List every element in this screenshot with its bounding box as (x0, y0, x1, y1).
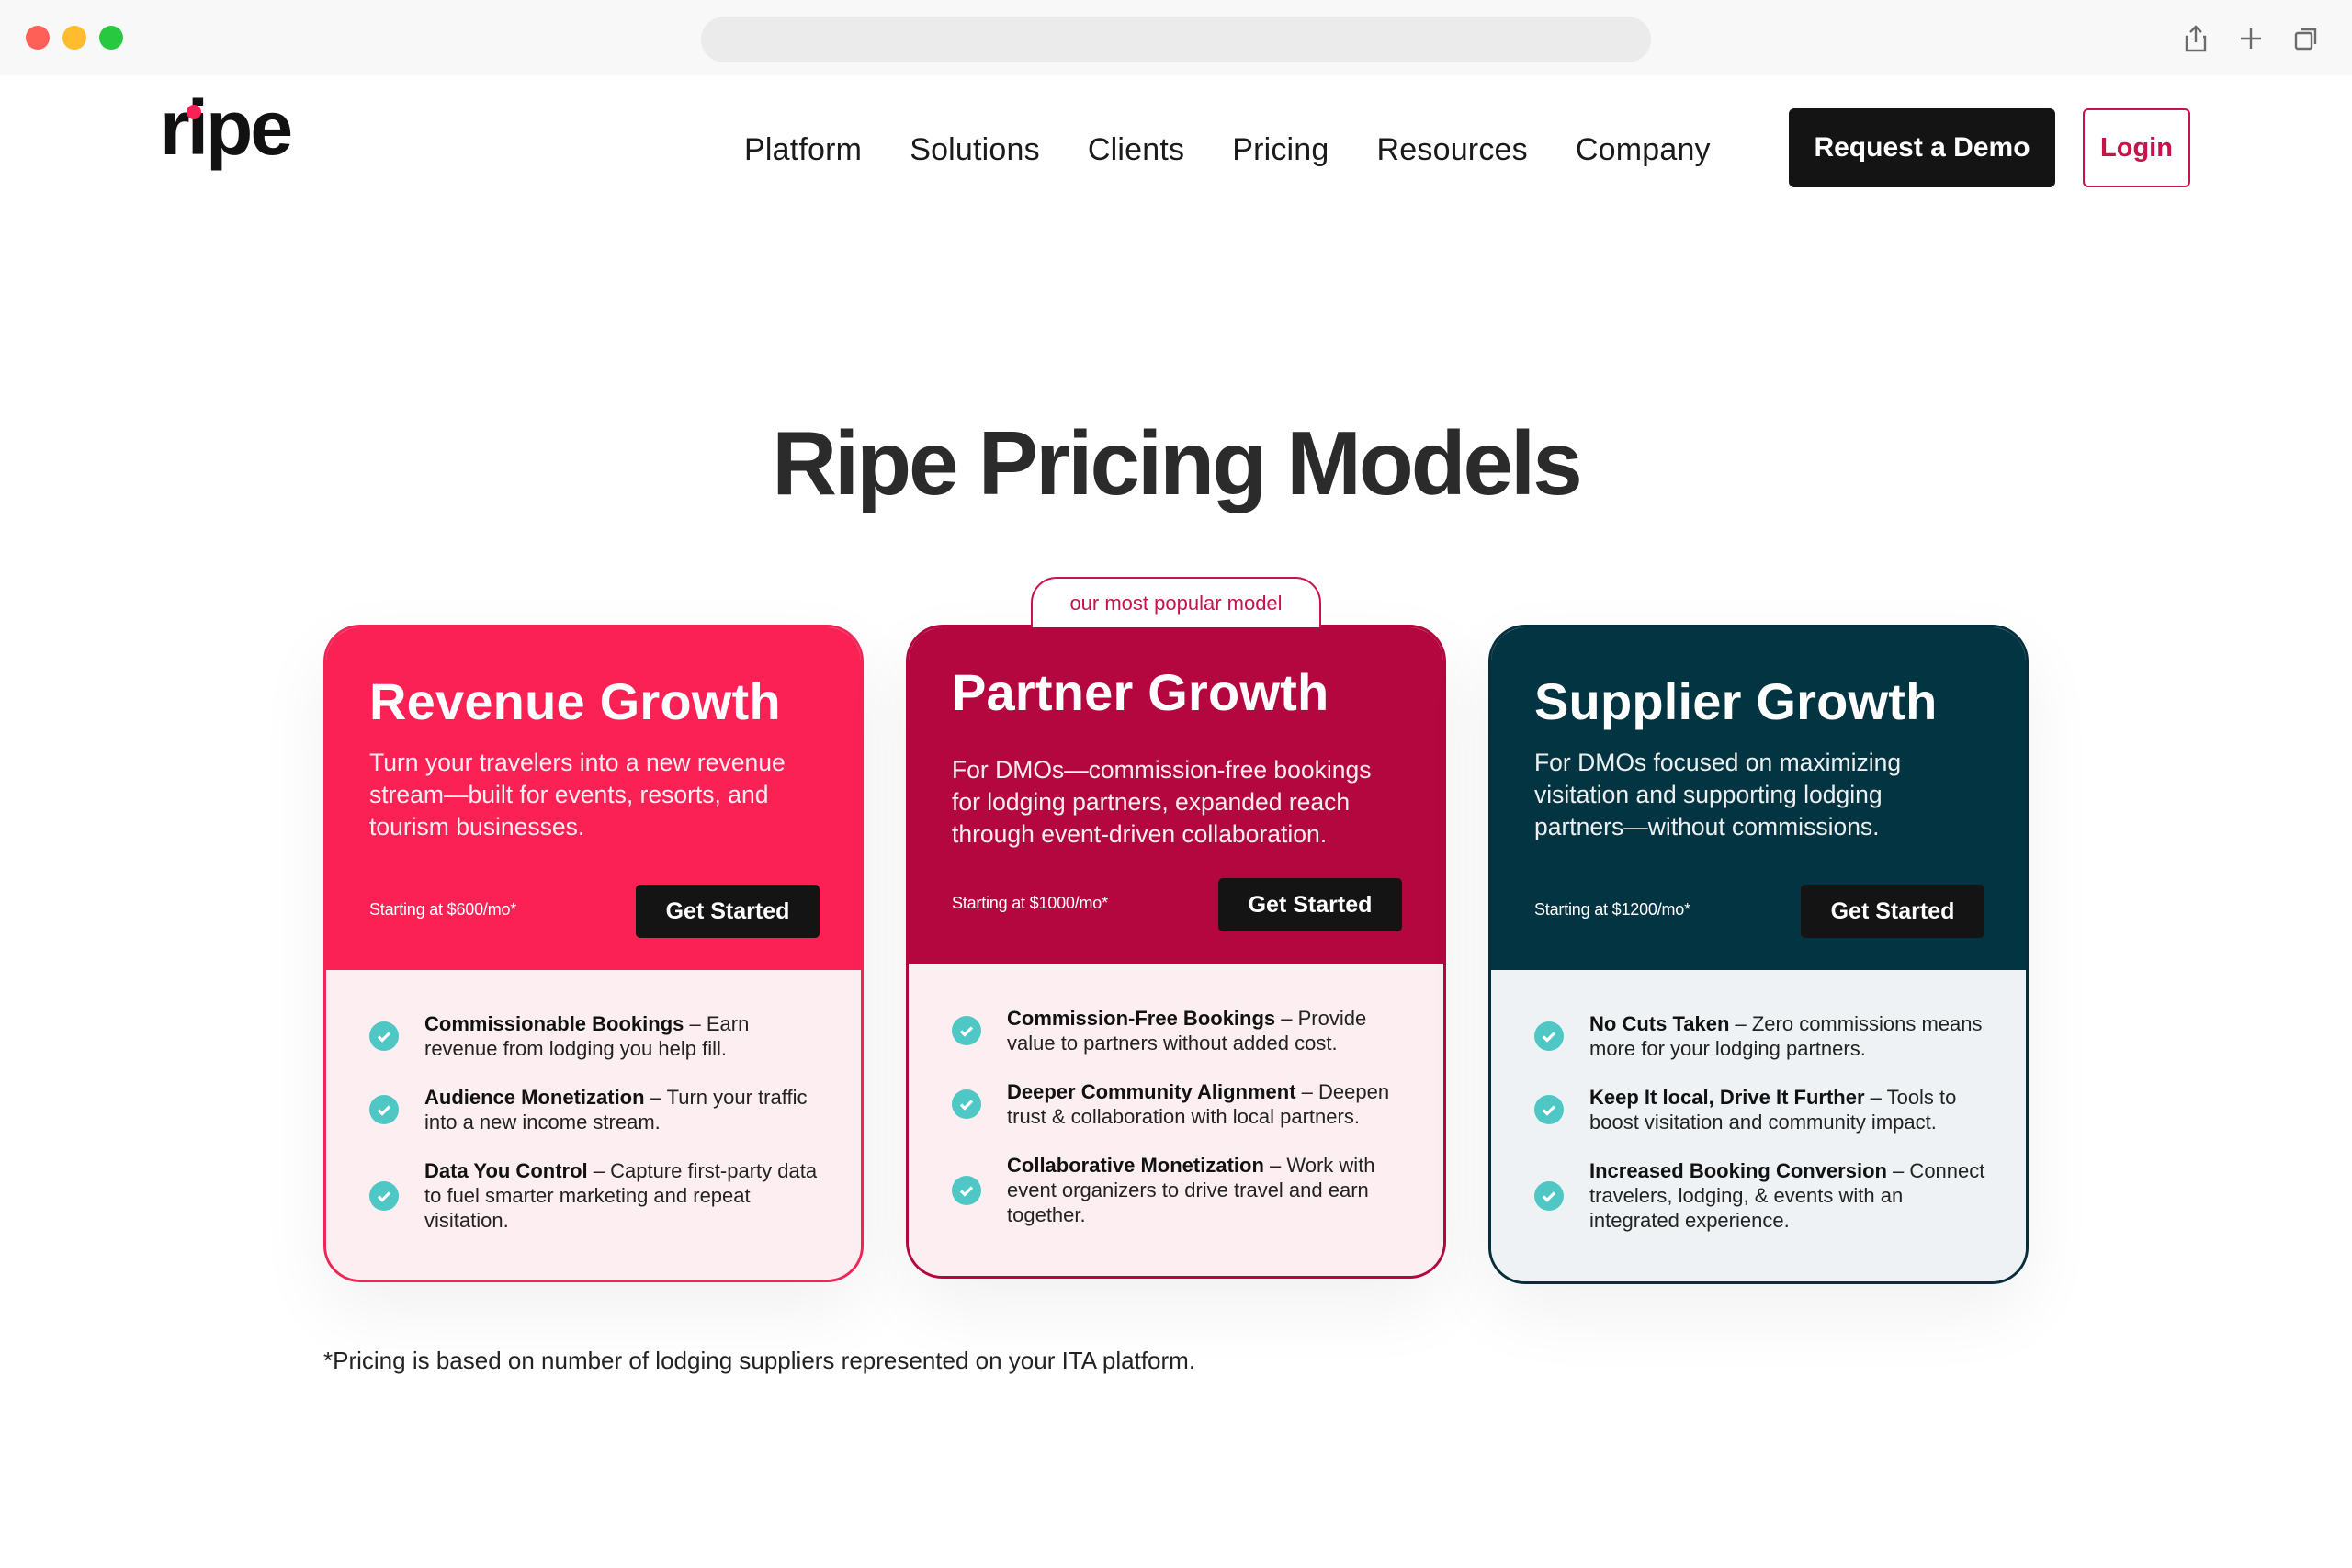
request-demo-button[interactable]: Request a Demo (1789, 108, 2055, 187)
nav-company[interactable]: Company (1576, 132, 1711, 168)
plan-price: Starting at $1000/mo* (952, 894, 1108, 912)
plan-card-partner-growth: Partner Growth For DMOs—commission-free … (906, 625, 1446, 1279)
plan-header: Partner Growth For DMOs—commission-free … (909, 627, 1443, 964)
browser-toolbar (0, 0, 2352, 75)
feature-item: Commissionable Bookings – Earn revenue f… (369, 1011, 824, 1061)
plan-features: Commission-Free Bookings – Provide value… (909, 964, 1443, 1276)
feature-text: No Cuts Taken – Zero commissions means m… (1589, 1012, 1983, 1060)
feature-text: Audience Monetization – Turn your traffi… (424, 1086, 808, 1134)
feature-text: Commissionable Bookings – Earn revenue f… (424, 1012, 750, 1060)
plan-description: For DMOs—commission-free bookings for lo… (952, 756, 1372, 848)
pricing-footnote: *Pricing is based on number of lodging s… (323, 1347, 1196, 1374)
plan-title: Revenue Growth (369, 672, 781, 730)
feature-text: Data You Control – Capture first-party d… (424, 1159, 818, 1232)
check-icon (952, 1175, 981, 1205)
plan-description: Turn your travelers into a new revenue s… (369, 749, 786, 840)
logo-text: ripe (160, 97, 290, 171)
feature-item: Data You Control – Capture first-party d… (369, 1158, 824, 1233)
plan-features: No Cuts Taken – Zero commissions means m… (1491, 970, 2026, 1281)
feature-text: Increased Booking Conversion – Connect t… (1589, 1159, 1985, 1232)
nav-platform[interactable]: Platform (744, 132, 862, 168)
close-window-button[interactable] (26, 26, 50, 50)
get-started-button[interactable]: Get Started (636, 885, 820, 938)
popular-model-badge: our most popular model (1031, 577, 1321, 627)
plan-description: For DMOs focused on maximizing visitatio… (1534, 749, 1902, 840)
plan-header: Revenue Growth Turn your travelers into … (326, 627, 861, 970)
browser-actions (2177, 20, 2324, 57)
feature-item: No Cuts Taken – Zero commissions means m… (1534, 1011, 1989, 1061)
main-nav: Platform Solutions Clients Pricing Resou… (744, 127, 1711, 173)
feature-item: Collaborative Monetization – Work with e… (952, 1153, 1407, 1227)
address-bar[interactable] (701, 17, 1651, 62)
feature-text: Keep It local, Drive It Further – Tools … (1589, 1086, 1957, 1134)
plan-price: Starting at $600/mo* (369, 900, 517, 919)
tabs-overview-icon[interactable] (2288, 20, 2324, 57)
window-controls (26, 26, 123, 50)
plan-title: Partner Growth (952, 663, 1329, 721)
feature-item: Audience Monetization – Turn your traffi… (369, 1085, 824, 1134)
get-started-button[interactable]: Get Started (1801, 885, 1984, 938)
plan-features: Commissionable Bookings – Earn revenue f… (326, 970, 861, 1280)
nav-solutions[interactable]: Solutions (910, 132, 1040, 168)
get-started-button[interactable]: Get Started (1218, 878, 1402, 931)
check-icon (369, 1180, 399, 1211)
check-icon (1534, 1021, 1564, 1051)
plan-card-revenue-growth: Revenue Growth Turn your travelers into … (323, 625, 864, 1282)
page-title: Ripe Pricing Models (772, 412, 1583, 513)
feature-item: Deeper Community Alignment – Deepen trus… (952, 1079, 1407, 1129)
check-icon (369, 1021, 399, 1051)
check-icon (952, 1016, 981, 1045)
check-icon (1534, 1180, 1564, 1211)
nav-resources[interactable]: Resources (1377, 132, 1528, 168)
feature-item: Increased Booking Conversion – Connect t… (1534, 1158, 1989, 1233)
plan-price: Starting at $1200/mo* (1534, 900, 1690, 919)
feature-item: Keep It local, Drive It Further – Tools … (1534, 1085, 1989, 1134)
logo-dot-icon (187, 105, 201, 119)
check-icon (1534, 1095, 1564, 1124)
plan-title: Supplier Growth (1534, 672, 1938, 730)
maximize-window-button[interactable] (99, 26, 123, 50)
ripe-logo[interactable]: ripe (158, 97, 305, 198)
check-icon (369, 1095, 399, 1124)
nav-pricing[interactable]: Pricing (1232, 132, 1329, 168)
feature-text: Deeper Community Alignment – Deepen trus… (1007, 1080, 1390, 1128)
feature-text: Collaborative Monetization – Work with e… (1007, 1154, 1375, 1226)
share-icon[interactable] (2177, 20, 2214, 57)
new-tab-icon[interactable] (2233, 20, 2269, 57)
feature-text: Commission-Free Bookings – Provide value… (1007, 1007, 1367, 1055)
nav-clients[interactable]: Clients (1088, 132, 1184, 168)
plan-header: Supplier Growth For DMOs focused on maxi… (1491, 627, 2026, 970)
check-icon (952, 1089, 981, 1119)
plan-card-supplier-growth: Supplier Growth For DMOs focused on maxi… (1488, 625, 2029, 1284)
feature-item: Commission-Free Bookings – Provide value… (952, 1006, 1407, 1055)
minimize-window-button[interactable] (62, 26, 86, 50)
login-button[interactable]: Login (2083, 108, 2190, 187)
